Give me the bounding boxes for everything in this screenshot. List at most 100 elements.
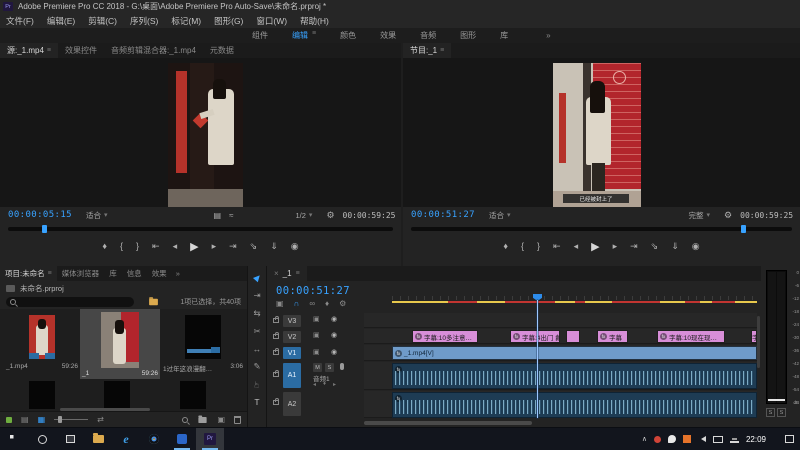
close-icon[interactable]: × [274,269,279,278]
linked-selection-icon[interactable]: ∞ [309,299,315,308]
taskbar-app-button[interactable] [168,428,196,450]
tab-info[interactable]: 信息 [122,266,147,281]
tab-audio-clip-mixer[interactable]: 音频剪辑混合器:_1.mp4 [104,43,203,58]
source-zoom-dropdown[interactable]: 1/2▾ [295,211,312,220]
go-to-out-icon[interactable]: ⇥ [630,241,638,252]
tray-app-orange-icon[interactable] [683,435,691,443]
tab-effects[interactable]: 效果 [147,266,172,281]
subtitle-clip[interactable]: fx字幕:10多注意… [412,330,478,343]
menu-file[interactable]: 文件(F) [6,15,34,27]
play-icon[interactable]: ▶ [591,240,599,253]
add-marker-icon[interactable]: ♦ [102,241,107,251]
source-timecode[interactable]: 00:00:05:15 [8,210,72,220]
kf-prev-icon[interactable]: ◂ [313,381,316,388]
eye-icon[interactable]: ◉ [331,315,337,323]
export-frame-icon[interactable]: ◉ [692,241,700,252]
track-target-a2[interactable]: A2 [283,392,301,416]
new-bin-icon[interactable] [199,417,207,423]
sync-lock-icon[interactable]: ▣ [313,331,320,339]
workspace-effects[interactable]: 效果 [380,30,396,41]
time-ruler[interactable] [392,296,757,300]
lock-icon[interactable] [273,318,279,323]
step-forward-icon[interactable]: ▸ [613,241,618,252]
subtitle-clip[interactable]: fx字幕:4出门 戴… [510,330,560,343]
menu-clip[interactable]: 剪辑(C) [88,15,117,27]
program-fit-dropdown[interactable]: 适合▾ [489,210,511,221]
add-marker-icon[interactable]: ♦ [503,241,508,251]
project-item[interactable]: 1过年这浪漫翻… 3:06 [163,313,243,375]
menu-edit[interactable]: 编辑(E) [47,15,75,27]
bin-folder-icon[interactable] [149,299,158,305]
task-view-button[interactable] [56,428,84,450]
clock[interactable]: 22:09 [746,435,766,444]
audio-clip-a1[interactable]: fx [392,363,757,389]
insert-icon[interactable]: ⇘ [250,241,258,252]
video-clip-v1[interactable]: fx_1.mp4[V] [392,346,757,360]
volume-icon[interactable] [698,436,706,442]
solo-button[interactable]: S [325,363,334,372]
keyboard-input-icon[interactable] [713,436,723,443]
project-writable-icon[interactable] [6,417,12,423]
tab-media-browser[interactable]: 媒体浏览器 [57,266,105,281]
kf-add-icon[interactable]: ♦ [323,381,326,387]
program-timecode[interactable]: 00:00:51:27 [411,210,475,220]
solo-left-button[interactable]: S [766,408,775,417]
tab-program[interactable]: 节目:_1≡ [403,43,451,58]
menu-sequence[interactable]: 序列(S) [130,15,158,27]
new-item-icon[interactable]: ▣ [217,415,225,424]
edge-button[interactable]: e [112,428,140,450]
go-to-in-icon[interactable]: ⇤ [553,241,561,252]
program-playhead[interactable] [741,225,746,233]
network-icon[interactable] [730,436,739,443]
zoom-slider-knob[interactable] [58,416,62,423]
icon-view-icon[interactable]: ▦ [38,415,46,424]
workspace-menu-icon[interactable]: ≡ [312,30,316,41]
step-back-icon[interactable]: ◂ [173,241,178,252]
type-tool[interactable]: T [254,397,259,407]
mark-in-icon[interactable]: { [120,241,123,251]
find-icon[interactable] [182,417,188,423]
project-item-selected[interactable]: _1 59:26 [80,309,160,379]
workspace-assembly[interactable]: 组件 [252,30,268,41]
ripple-edit-tool[interactable]: ⇆ [253,308,260,319]
program-scrubber[interactable] [411,227,792,231]
lock-icon[interactable] [273,400,279,405]
tray-wechat-icon[interactable] [668,435,676,443]
menu-markers[interactable]: 标记(M) [171,15,201,27]
kf-next-icon[interactable]: ▸ [333,381,336,388]
zoom-slider[interactable] [54,419,88,420]
track-target-a1[interactable]: A1 [283,363,301,388]
track-lane-v3[interactable] [364,313,757,328]
tab-metadata[interactable]: 元数据 [203,43,241,58]
item-name[interactable]: 1过年这浪漫翻… [163,363,212,373]
hand-tool[interactable]: ☞ [252,381,263,389]
project-item-thumb[interactable] [180,381,206,409]
snap-icon[interactable]: ∩ [294,299,300,308]
subtitle-clip[interactable]: fx字幕:10现在现… [657,330,725,343]
tab-libraries[interactable]: 库 [104,266,122,281]
project-item-thumb[interactable] [29,381,55,409]
start-button[interactable] [0,428,28,450]
item-name[interactable]: _1 [82,370,89,377]
tab-project[interactable]: 项目:未命名≡ [0,266,57,281]
lock-icon[interactable] [273,372,279,377]
program-resolution-dropdown[interactable]: 完整▾ [689,210,711,221]
program-settings-wrench-icon[interactable]: ⚙ [724,210,732,221]
selection-tool[interactable]: ▶ [251,271,264,283]
pen-tool[interactable]: ✎ [253,361,260,372]
drag-audio-icon[interactable]: ≈ [229,211,233,220]
go-to-out-icon[interactable]: ⇥ [229,241,237,252]
play-icon[interactable]: ▶ [190,240,198,253]
solo-right-button[interactable]: S [777,408,786,417]
workspace-libraries[interactable]: 库 [500,30,508,41]
eye-icon[interactable]: ◉ [331,348,337,356]
timeline-playhead-line[interactable] [537,300,538,418]
step-back-icon[interactable]: ◂ [574,241,579,252]
lock-icon[interactable] [273,334,279,339]
project-tab-overflow-icon[interactable]: » [176,269,180,278]
delete-icon[interactable] [234,416,241,424]
project-file-row[interactable]: 未命名.prproj [0,281,247,295]
nest-toggle-icon[interactable]: ▣ [276,299,284,308]
timeline-settings-wrench-icon[interactable]: ⚙ [339,299,346,308]
audio-clip-a2[interactable]: fx [392,392,757,418]
